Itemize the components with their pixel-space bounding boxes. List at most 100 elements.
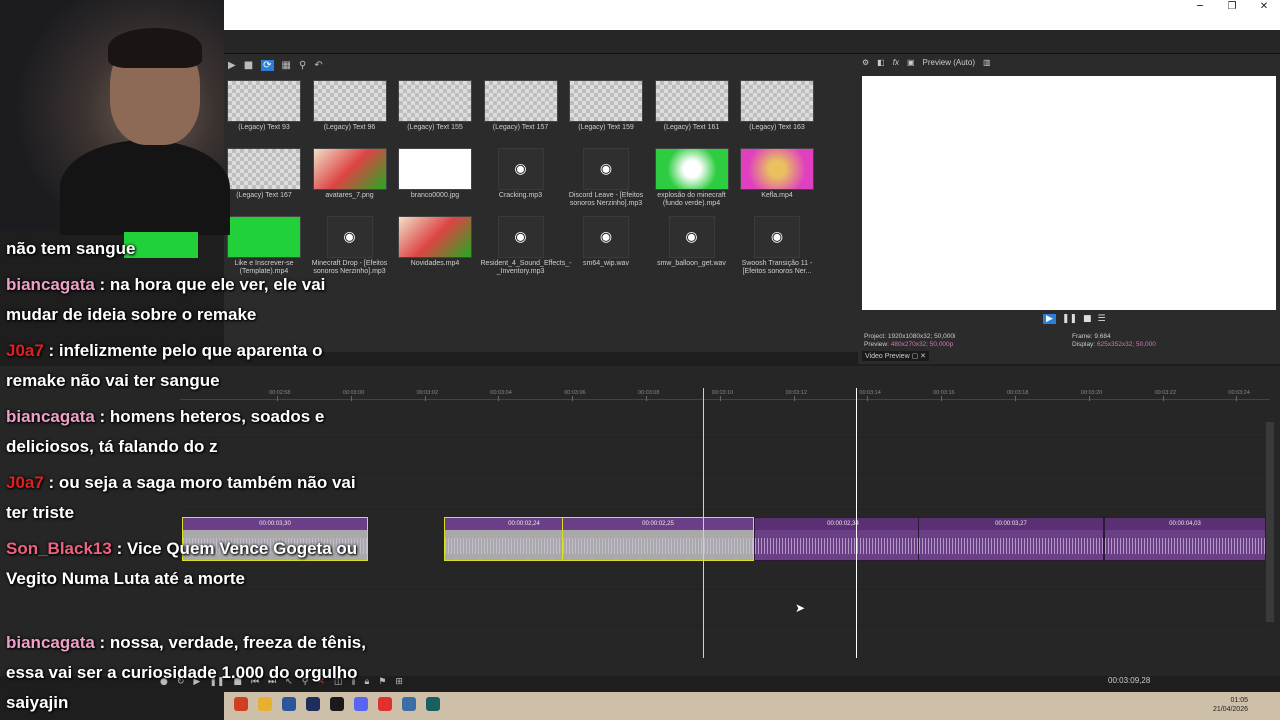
preview-mode-select[interactable]: Preview (Auto)	[923, 58, 975, 67]
ruler-tick	[646, 396, 647, 401]
audio-clip[interactable]: 00:00:04,03	[1104, 517, 1266, 561]
play-button[interactable]: ▶	[1043, 314, 1056, 324]
chat-message: J0a7 : infelizmente pelo que aparenta o …	[6, 336, 372, 396]
ruler-tick-label: 00:03:08	[638, 390, 660, 396]
chat-message: biancagata : nossa, verdade, freeza de t…	[6, 628, 372, 718]
view-icon[interactable]: ⟳	[261, 59, 274, 71]
undo-icon[interactable]: ↶	[314, 60, 322, 71]
cursor-timecode: 00:03:09,28	[1108, 676, 1151, 685]
chat-text: : ou seja a saga moro também não vai ter…	[6, 473, 356, 522]
ruler-tick-label: 00:03:02	[416, 390, 439, 396]
media-item-label: (Legacy) Text 163	[749, 124, 805, 131]
media-thumbnail	[227, 80, 301, 122]
grid-icon[interactable]: ▦	[282, 60, 291, 71]
restore-button[interactable]: ❐	[1216, 0, 1248, 14]
system-clock[interactable]: 01:05 21/04/2026	[1213, 696, 1248, 714]
ruler-tick	[1088, 396, 1090, 401]
ruler-tick	[498, 396, 500, 401]
screen-icon[interactable]: ▣	[907, 58, 915, 67]
media-thumbnail	[312, 148, 387, 190]
preview-info: Preview: 480x270x32; 50,000p	[864, 341, 955, 349]
audio-clip[interactable]: 00:00:02,34	[754, 517, 932, 561]
clip-duration-label: 00:00:03,27	[919, 518, 1103, 530]
media-item[interactable]: (Legacy) Text 163	[737, 80, 817, 132]
media-item[interactable]: (Legacy) Text 93	[224, 80, 304, 132]
media-item[interactable]: (Legacy) Text 167	[224, 148, 304, 200]
preview-info-value: 480x270x32; 50,000p	[890, 341, 954, 348]
media-item-label: explosão do minecraft (fundo verde).mp4	[657, 192, 726, 207]
vegas-icon[interactable]	[426, 697, 440, 711]
app-icon[interactable]	[402, 697, 416, 711]
audio-waveform	[1105, 538, 1265, 554]
media-item[interactable]: ◉ sm64_wip.wav	[566, 216, 646, 268]
media-item-label: (Legacy) Text 167	[236, 192, 292, 199]
media-item[interactable]: ◉ Discord Leave - [Efeitos sonoros Nerzin…	[566, 148, 646, 208]
fx-icon[interactable]: fx	[893, 58, 899, 67]
ruler-tick	[424, 396, 426, 401]
media-item[interactable]: (Legacy) Text 155	[395, 80, 475, 132]
chat-text: : infelizmente pelo que aparenta o remak…	[6, 341, 323, 390]
media-item-label: Cracking.mp3	[498, 192, 543, 199]
chat-message: Son_Black13 : Vice Quem Vence Gogeta ou …	[6, 534, 372, 594]
menu-bar	[224, 30, 1280, 54]
chat-username: Son_Black13	[6, 539, 112, 558]
tab-video-preview[interactable]: Video Preview ▢ ✕	[862, 351, 929, 361]
overlay-icon[interactable]: ▥	[983, 58, 991, 67]
audio-waveform	[563, 538, 753, 554]
gear-icon[interactable]: ⚙	[862, 58, 869, 67]
chat-username: J0a7	[6, 341, 44, 360]
ruler-tick-label: 00:03:12	[785, 390, 808, 396]
media-item[interactable]: (Legacy) Text 157	[481, 80, 561, 132]
playhead-line[interactable]	[856, 388, 857, 658]
preview-toolbar: ⚙ ◧ fx ▣ Preview (Auto) ▥	[862, 58, 991, 67]
media-item[interactable]: ◉ Resident_4_Sound_Effects_-_Inventory.mp…	[481, 216, 571, 276]
media-item[interactable]: branco0000.jpg	[395, 148, 475, 200]
media-item-label: Novidades.mp4	[410, 260, 460, 267]
media-item[interactable]: Novidades.mp4	[395, 216, 475, 268]
ruler-tick	[941, 396, 943, 401]
clip-duration-label: 00:00:04,03	[1105, 518, 1265, 530]
marker-icon[interactable]: ⚑	[378, 677, 386, 687]
stop-icon[interactable]: ■	[244, 60, 253, 71]
audio-clip[interactable]: 00:00:02,25	[562, 517, 754, 561]
media-item[interactable]: ◉ smw_balloon_get.wav	[652, 216, 732, 268]
media-item[interactable]: (Legacy) Text 161	[652, 80, 732, 132]
media-item-label: (Legacy) Text 93	[238, 124, 290, 131]
webcam-person-shirt	[60, 140, 230, 235]
stop-button[interactable]: ■	[1083, 314, 1092, 324]
zoom-icon[interactable]: ⚲	[299, 60, 306, 71]
chat-message: biancagata : homens heteros, soados e de…	[6, 402, 372, 462]
chat-username: biancagata	[6, 407, 95, 426]
media-item[interactable]: (Legacy) Text 96	[310, 80, 390, 132]
audio-file-icon: ◉	[497, 148, 544, 190]
close-button[interactable]: ✕	[1248, 0, 1280, 14]
opera-icon[interactable]	[378, 697, 392, 711]
display-info-value: 625x352x32; 50,000	[1096, 341, 1156, 348]
preview-info-left: Project: 1920x1080x32; 50,000i Preview: …	[864, 333, 955, 349]
audio-file-icon: ◉	[754, 216, 800, 258]
media-item-label: (Legacy) Text 157	[492, 124, 549, 131]
mouse-cursor-icon: ➤	[795, 601, 806, 615]
ruler-tick-label: 00:03:10	[711, 390, 734, 396]
media-item[interactable]: (Legacy) Text 159	[566, 80, 646, 132]
ruler-tick-label: 00:03:04	[490, 390, 512, 396]
media-item[interactable]: ◉ Swoosh Transição 11 - [Efeitos sonoros …	[737, 216, 817, 276]
snap-icon[interactable]: ⊞	[395, 677, 403, 687]
minimize-button[interactable]: ─	[1184, 0, 1216, 14]
ruler-tick	[1162, 396, 1164, 401]
menu-icon[interactable]: ☰	[1098, 314, 1106, 324]
audio-clip[interactable]: 00:00:03,27	[918, 517, 1104, 561]
media-item[interactable]: Kefla.mp4	[737, 148, 817, 200]
pause-button[interactable]: ❚❚	[1062, 314, 1077, 324]
media-item[interactable]: avatares_7.png	[310, 148, 390, 200]
timeline-scrollbar[interactable]	[1266, 422, 1274, 622]
preview-controls: ▶ ❚❚ ■ ☰	[1043, 314, 1106, 324]
media-item[interactable]: explosão do minecraft (fundo verde).mp4	[652, 148, 732, 208]
clip-duration-label: 00:00:02,25	[563, 518, 753, 530]
split-icon[interactable]: ◧	[877, 58, 885, 67]
media-item[interactable]: ◉ Cracking.mp3	[481, 148, 561, 200]
ruler-tick	[1236, 396, 1238, 401]
chat-message: não tem sangue	[6, 234, 372, 264]
media-thumbnail	[654, 80, 729, 122]
play-icon[interactable]: ▶	[228, 60, 236, 71]
